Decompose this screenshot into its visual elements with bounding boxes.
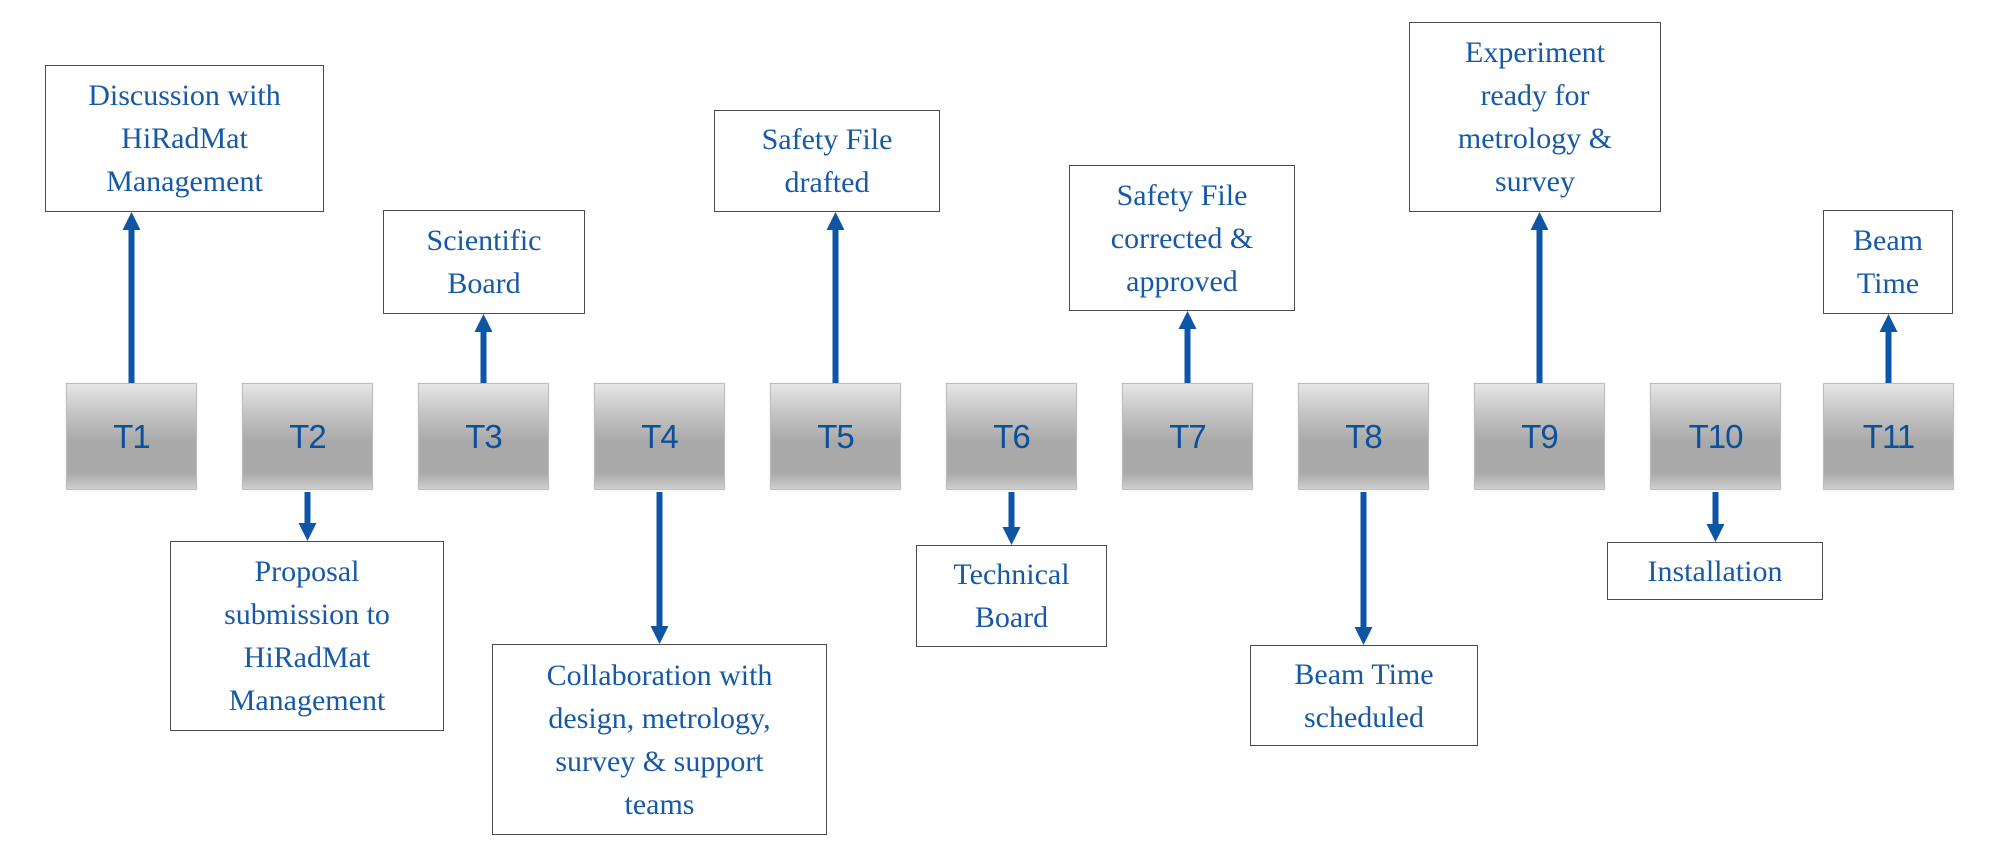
label-text: Installation — [1647, 554, 1783, 588]
step-box-t9: T9 — [1474, 383, 1605, 490]
label-text: Technical Board — [953, 558, 1070, 634]
step-box-t2: T2 — [242, 383, 373, 490]
step-id: T10 — [1688, 417, 1744, 455]
step-id: T2 — [289, 417, 327, 455]
step-box-t10: T10 — [1650, 383, 1781, 490]
step-id: T8 — [1345, 417, 1383, 455]
label-text: Beam Time — [1853, 224, 1923, 300]
arrow-t8 — [1354, 492, 1373, 645]
step-box-t7: T7 — [1122, 383, 1253, 490]
arrow-t11 — [1879, 314, 1898, 383]
step-label-t7: Safety File corrected & approved — [1069, 165, 1295, 311]
arrow-head — [1879, 314, 1898, 332]
step-label-t8: Beam Time scheduled — [1250, 645, 1478, 746]
arrow-head — [122, 212, 141, 230]
arrow-t2 — [298, 492, 317, 541]
arrow-t4 — [650, 492, 669, 644]
label-text: Safety File drafted — [761, 123, 893, 199]
step-label-t5: Safety File drafted — [714, 110, 940, 212]
step-box-t6: T6 — [946, 383, 1077, 490]
step-id: T4 — [641, 417, 679, 455]
arrow-t6 — [1002, 492, 1021, 545]
label-text: Scientific Board — [426, 224, 542, 300]
step-box-t4: T4 — [594, 383, 725, 490]
step-id: T3 — [465, 417, 503, 455]
arrow-head — [826, 212, 845, 230]
step-box-t3: T3 — [418, 383, 549, 490]
arrow-t9 — [1530, 212, 1549, 383]
step-label-t9: Experiment ready for metrology & survey — [1409, 22, 1661, 212]
label-text: Experiment ready for metrology & survey — [1457, 36, 1613, 198]
step-label-t1: Discussion with HiRadMat Management — [45, 65, 324, 212]
arrow-head — [1530, 212, 1549, 230]
step-id: T11 — [1862, 417, 1915, 455]
arrow-head — [1178, 311, 1197, 329]
arrow-t3 — [474, 314, 493, 383]
step-label-t10: Installation — [1607, 542, 1823, 600]
label-text: Collaboration with design, metrology, su… — [546, 658, 773, 821]
step-label-t2: Proposal submission to HiRadMat Manageme… — [170, 541, 444, 731]
step-box-t1: T1 — [66, 383, 197, 490]
arrow-t5 — [826, 212, 845, 383]
arrow-t10 — [1706, 492, 1725, 542]
arrow-head — [1002, 527, 1021, 545]
step-label-t6: Technical Board — [916, 545, 1107, 647]
arrow-head — [650, 626, 669, 644]
label-text: Discussion with HiRadMat Management — [88, 79, 281, 198]
step-id: T6 — [993, 417, 1031, 455]
step-box-t5: T5 — [770, 383, 901, 490]
label-text: Proposal submission to HiRadMat Manageme… — [224, 555, 390, 717]
arrow-t7 — [1178, 311, 1197, 383]
arrow-head — [474, 314, 493, 332]
label-text: Safety File corrected & approved — [1110, 178, 1254, 298]
step-label-t11: Beam Time — [1823, 210, 1953, 314]
step-label-t4: Collaboration with design, metrology, su… — [492, 644, 827, 835]
arrow-head — [1354, 627, 1373, 645]
step-id: T5 — [817, 417, 855, 455]
arrow-head — [1706, 524, 1725, 542]
timeline-diagram: T1 T2 T3 T4 T5 T6 T7 T8 T9 T10 T11 Discu… — [0, 0, 2000, 857]
step-id: T1 — [113, 417, 151, 455]
step-id: T7 — [1169, 417, 1207, 455]
label-text: Beam Time scheduled — [1294, 657, 1434, 734]
step-box-t11: T11 — [1823, 383, 1954, 490]
step-id: T9 — [1521, 417, 1559, 455]
step-label-t3: Scientific Board — [383, 210, 585, 314]
arrow-t1 — [122, 212, 141, 383]
arrow-head — [298, 523, 317, 541]
step-box-t8: T8 — [1298, 383, 1429, 490]
